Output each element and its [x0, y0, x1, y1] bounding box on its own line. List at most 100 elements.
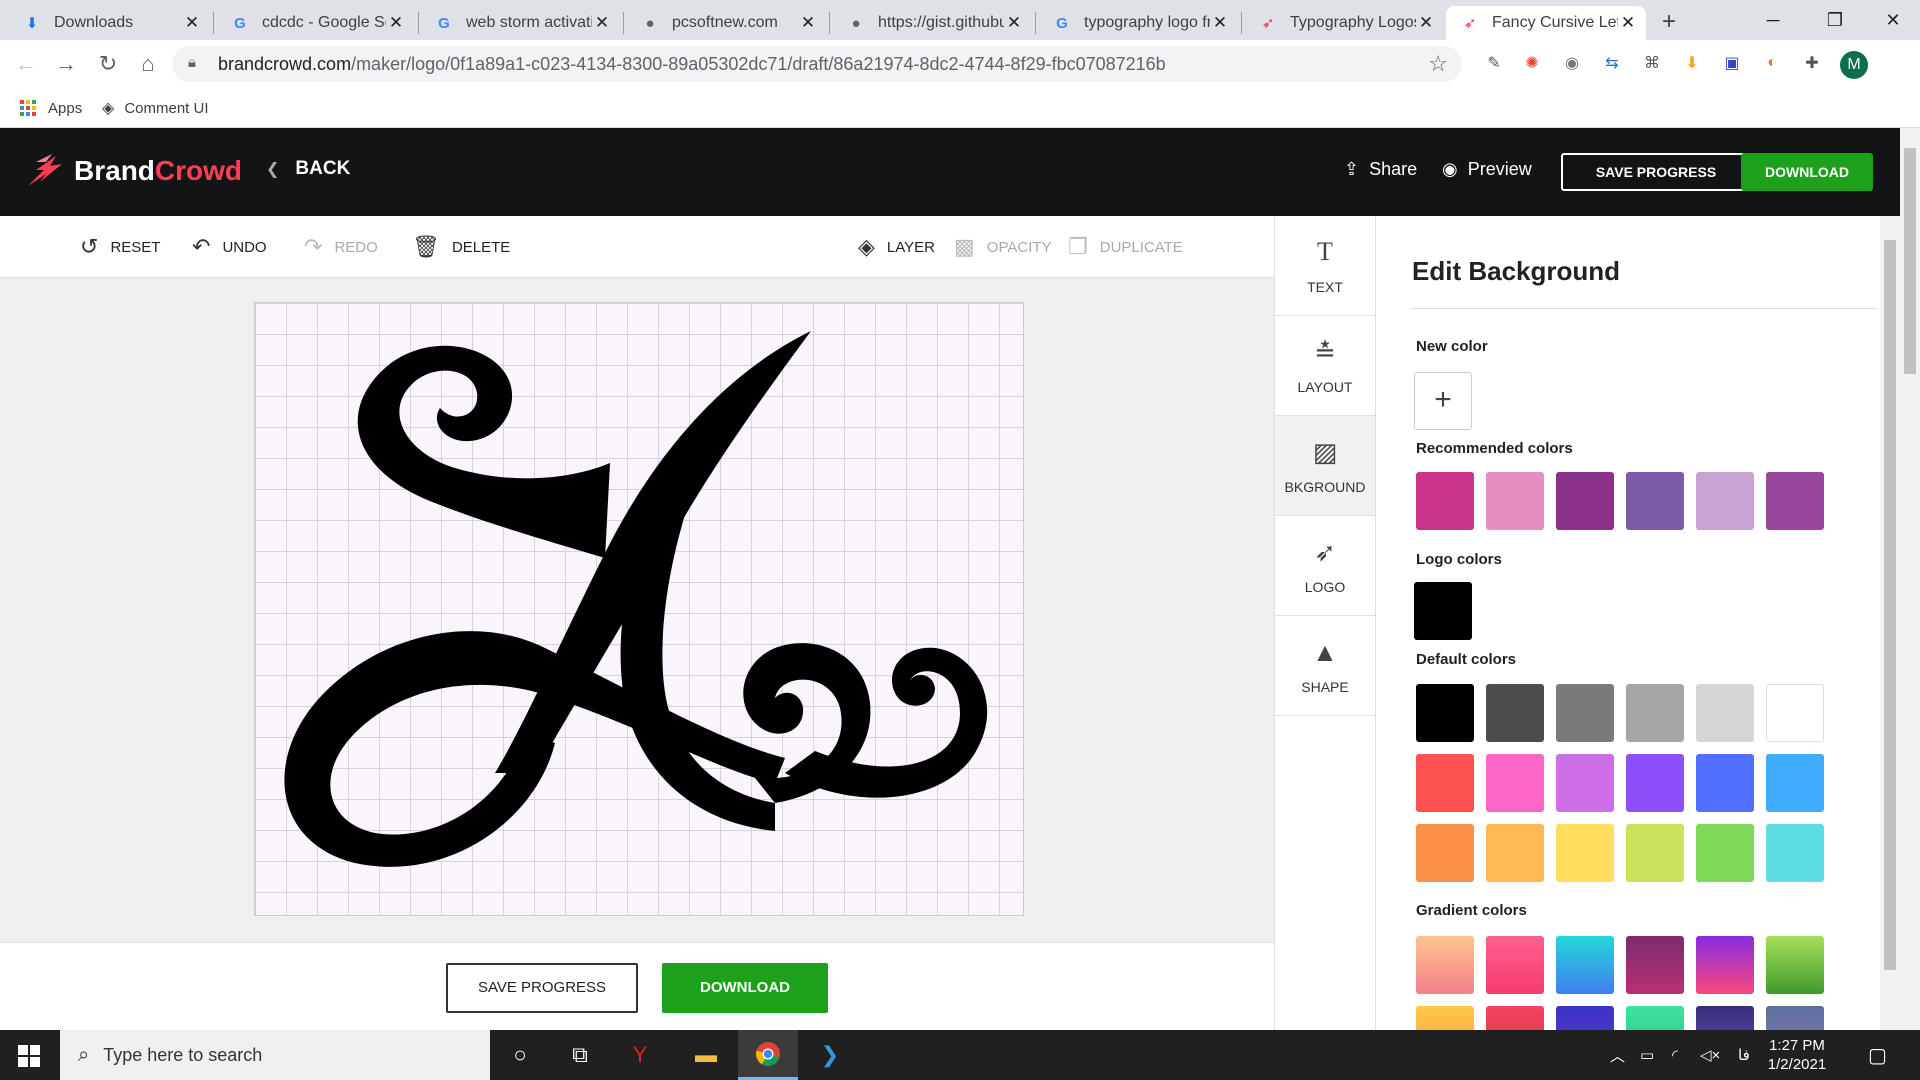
- default-color-swatch[interactable]: [1696, 824, 1754, 882]
- page-scrollbar-thumb[interactable]: [1904, 148, 1916, 374]
- bookmark-star-icon[interactable]: ☆: [1428, 51, 1448, 77]
- recommended-color-swatch[interactable]: [1556, 472, 1614, 530]
- side-tab-shape[interactable]: ▲ SHAPE: [1275, 616, 1375, 716]
- extension-eyedropper-icon[interactable]: ✎: [1482, 51, 1506, 75]
- new-tab-button[interactable]: +: [1654, 8, 1684, 38]
- default-color-swatch[interactable]: [1696, 684, 1754, 742]
- duplicate-button[interactable]: ❐ DUPLICATE: [1068, 234, 1183, 260]
- forward-arrow-icon[interactable]: →: [50, 48, 82, 80]
- default-color-swatch[interactable]: [1486, 684, 1544, 742]
- gradient-swatch[interactable]: [1626, 1006, 1684, 1030]
- windows-start-icon[interactable]: [18, 1045, 40, 1067]
- panel-scrollbar[interactable]: [1880, 216, 1900, 1030]
- default-color-swatch[interactable]: [1486, 754, 1544, 812]
- tab-google-cdcdc[interactable]: G cdcdc - Google Se ✕: [216, 6, 414, 40]
- close-tab-icon[interactable]: ✕: [182, 13, 202, 33]
- reload-icon[interactable]: ↻: [92, 48, 124, 80]
- gradient-swatch[interactable]: [1696, 1006, 1754, 1030]
- panel-scrollbar-thumb[interactable]: [1884, 240, 1896, 970]
- taskbar-clock[interactable]: 1:27 PM 1/2/2021: [1752, 1036, 1842, 1074]
- minimize-window-button[interactable]: ─: [1742, 0, 1804, 40]
- tab-google-typography[interactable]: G typography logo fr ✕: [1038, 6, 1238, 40]
- default-color-swatch[interactable]: [1766, 684, 1824, 742]
- undo-button[interactable]: ↶ UNDO: [192, 234, 267, 260]
- add-color-button[interactable]: +: [1414, 372, 1472, 430]
- default-color-swatch[interactable]: [1556, 754, 1614, 812]
- default-color-swatch[interactable]: [1486, 824, 1544, 882]
- gradient-swatch[interactable]: [1766, 936, 1824, 994]
- logo-artboard[interactable]: [254, 302, 1024, 916]
- close-tab-icon[interactable]: ✕: [1618, 13, 1638, 33]
- header-download-button[interactable]: DOWNLOAD: [1741, 153, 1873, 191]
- bookmark-apps[interactable]: Apps: [20, 88, 82, 128]
- back-arrow-icon[interactable]: ←: [10, 48, 42, 80]
- recommended-color-swatch[interactable]: [1766, 472, 1824, 530]
- page-scrollbar[interactable]: [1900, 128, 1920, 1030]
- bookmark-comment-ui[interactable]: ◈ Comment UI: [102, 88, 209, 128]
- gradient-swatch[interactable]: [1696, 936, 1754, 994]
- default-color-swatch[interactable]: [1626, 824, 1684, 882]
- tab-downloads[interactable]: ⬇ Downloads ✕: [0, 6, 210, 40]
- default-color-swatch[interactable]: [1766, 824, 1824, 882]
- layer-button[interactable]: ◈ LAYER: [858, 234, 935, 260]
- tab-fancy-cursive[interactable]: ➶ Fancy Cursive Lette ✕: [1446, 6, 1646, 40]
- vscode-icon[interactable]: ❯: [800, 1030, 860, 1080]
- extension-screen-icon[interactable]: ▣: [1720, 51, 1744, 75]
- recommended-color-swatch[interactable]: [1416, 472, 1474, 530]
- notifications-icon[interactable]: ▢: [1868, 1030, 1887, 1080]
- extension-color-wheel-icon[interactable]: ✺: [1520, 51, 1544, 75]
- gradient-swatch[interactable]: [1486, 1006, 1544, 1030]
- default-color-swatch[interactable]: [1416, 824, 1474, 882]
- restore-window-button[interactable]: ❐: [1804, 0, 1866, 40]
- gradient-swatch[interactable]: [1626, 936, 1684, 994]
- gradient-swatch[interactable]: [1416, 936, 1474, 994]
- gradient-swatch[interactable]: [1556, 1006, 1614, 1030]
- header-save-progress-button[interactable]: SAVE PROGRESS: [1561, 153, 1751, 191]
- bottom-save-progress-button[interactable]: SAVE PROGRESS: [446, 963, 638, 1013]
- file-explorer-icon[interactable]: ▬: [676, 1030, 736, 1080]
- reset-button[interactable]: ↺ RESET: [80, 234, 160, 260]
- close-tab-icon[interactable]: ✕: [386, 13, 406, 33]
- recommended-color-swatch[interactable]: [1486, 472, 1544, 530]
- chrome-taskbar-icon[interactable]: [738, 1030, 798, 1080]
- default-color-swatch[interactable]: [1626, 684, 1684, 742]
- task-view-icon[interactable]: ⧉: [550, 1030, 610, 1080]
- default-color-swatch[interactable]: [1626, 754, 1684, 812]
- close-window-button[interactable]: ✕: [1862, 0, 1920, 40]
- bottom-download-button[interactable]: DOWNLOAD: [662, 963, 828, 1013]
- gradient-swatch[interactable]: [1556, 936, 1614, 994]
- profile-avatar[interactable]: M: [1840, 51, 1868, 79]
- cursive-letter-a-logo[interactable]: [255, 303, 1025, 917]
- extension-arrows-icon[interactable]: ⇆: [1600, 51, 1624, 75]
- close-tab-icon[interactable]: ✕: [1416, 13, 1436, 33]
- side-tab-text[interactable]: T TEXT: [1275, 216, 1375, 316]
- tray-volume-icon[interactable]: ◁×: [1700, 1030, 1720, 1080]
- opacity-button[interactable]: ▩ OPACITY: [954, 234, 1052, 260]
- taskbar-search-box[interactable]: ⌕ Type here to search: [60, 1030, 490, 1080]
- yandex-browser-icon[interactable]: Y: [610, 1030, 670, 1080]
- default-color-swatch[interactable]: [1556, 824, 1614, 882]
- share-button[interactable]: ⇪ Share: [1344, 159, 1417, 180]
- tab-pcsoftnew[interactable]: ● pcsoftnew.com ✕: [626, 6, 826, 40]
- tray-battery-icon[interactable]: ▭: [1640, 1030, 1654, 1080]
- extensions-puzzle-icon[interactable]: ✚: [1800, 51, 1824, 75]
- tab-google-webstorm[interactable]: G web storm activati ✕: [420, 6, 620, 40]
- gradient-swatch[interactable]: [1766, 1006, 1824, 1030]
- address-bar[interactable]: 🔒︎ brandcrowd.com/maker/logo/0f1a89a1-c0…: [172, 46, 1462, 82]
- extension-orange-icon[interactable]: ◐: [1760, 51, 1784, 75]
- recommended-color-swatch[interactable]: [1696, 472, 1754, 530]
- extension-code-icon[interactable]: ⌘: [1640, 51, 1664, 75]
- default-color-swatch[interactable]: [1416, 754, 1474, 812]
- preview-button[interactable]: ◉ Preview: [1442, 159, 1532, 180]
- close-tab-icon[interactable]: ✕: [1004, 13, 1024, 33]
- back-link[interactable]: ❮ BACK: [266, 158, 350, 180]
- delete-button[interactable]: 🗑︎ DELETE: [412, 234, 510, 260]
- recommended-color-swatch[interactable]: [1626, 472, 1684, 530]
- tray-wifi-icon[interactable]: ◜: [1672, 1030, 1678, 1080]
- close-tab-icon[interactable]: ✕: [592, 13, 612, 33]
- brandcrowd-logo[interactable]: Brand Crowd: [26, 152, 242, 190]
- gradient-swatch[interactable]: [1486, 936, 1544, 994]
- default-color-swatch[interactable]: [1416, 684, 1474, 742]
- tray-chevron-icon[interactable]: ︿: [1610, 1030, 1625, 1080]
- tab-typography-logos[interactable]: ➶ Typography Logos ✕: [1244, 6, 1444, 40]
